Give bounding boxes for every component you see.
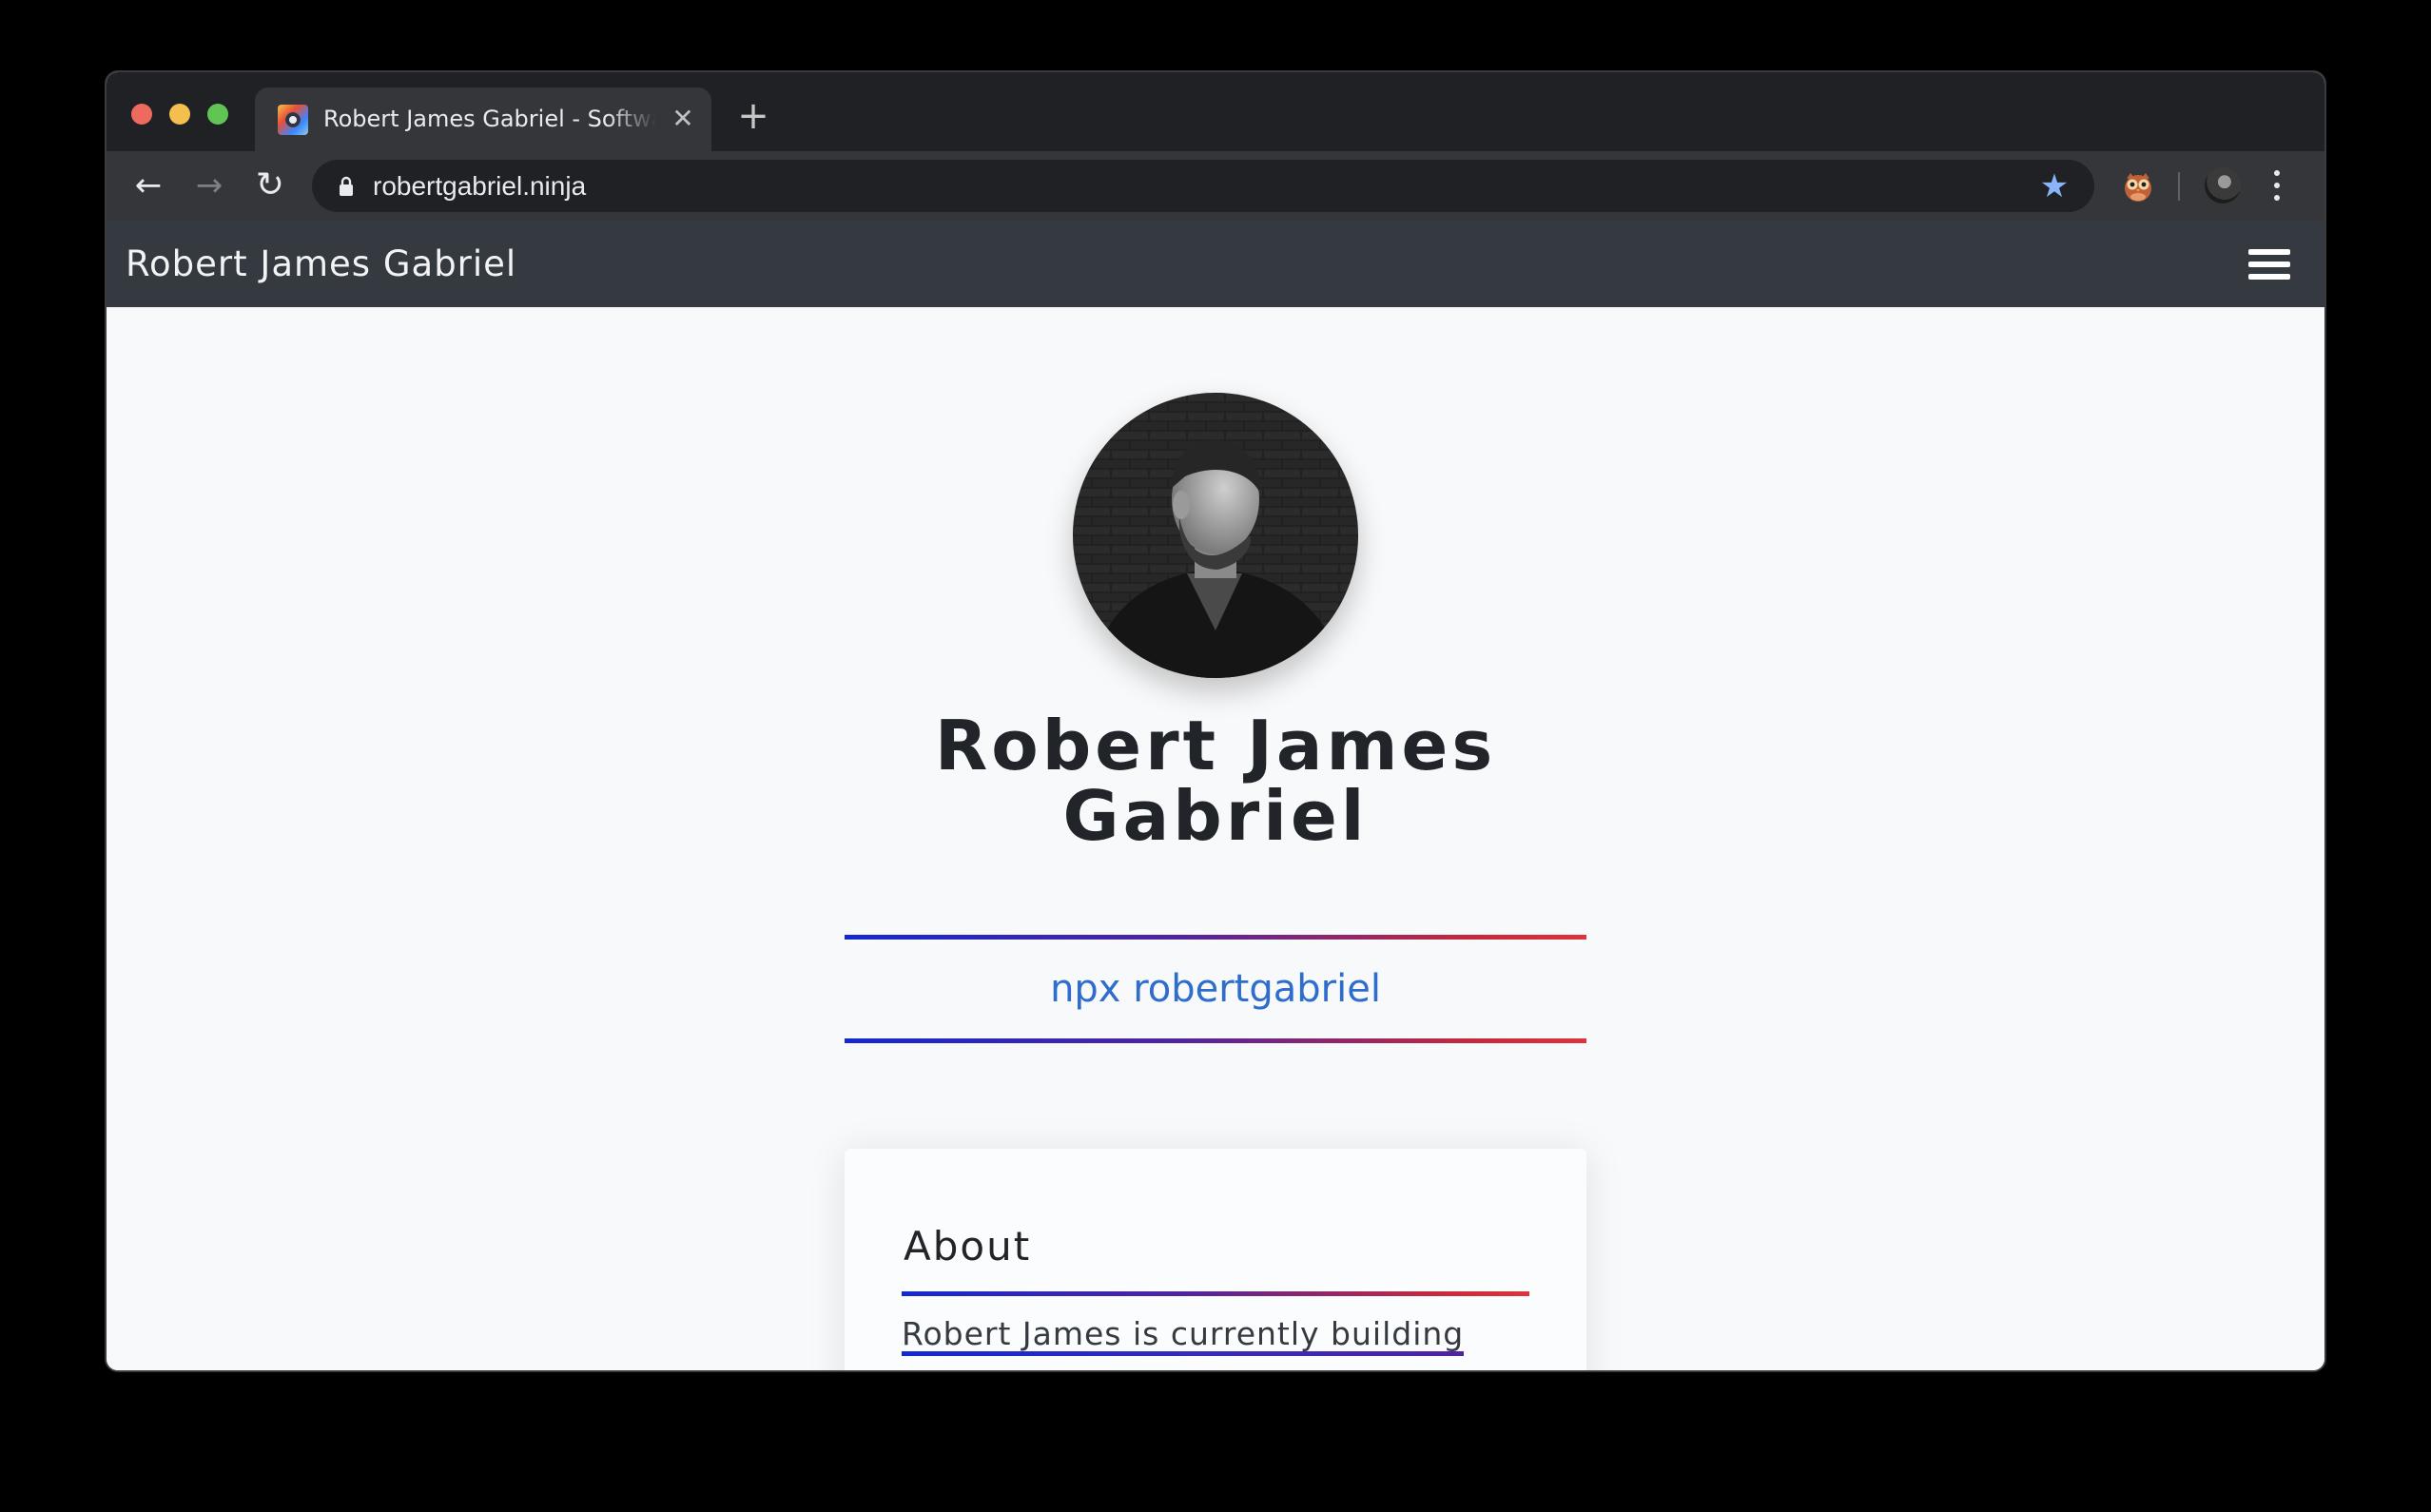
bookmark-star-icon[interactable]: ★ — [2035, 167, 2073, 205]
profile-avatar[interactable] — [2205, 167, 2241, 204]
toolbar-separator — [2178, 172, 2180, 201]
browser-tab[interactable]: Robert James Gabriel - Software Engineer… — [255, 87, 711, 151]
lock-icon — [340, 176, 353, 196]
hamburger-menu-icon[interactable] — [2248, 245, 2290, 283]
profile-photo — [1073, 393, 1358, 678]
site-navbar: Robert James Gabriel — [107, 221, 2324, 307]
about-text: Robert James is currently building open … — [902, 1308, 1529, 1370]
browser-window: Robert James Gabriel - Software Engineer… — [107, 72, 2324, 1370]
tab-title: Robert James Gabriel - Software Engineer — [323, 106, 656, 132]
window-close-button[interactable] — [131, 104, 152, 125]
reload-button[interactable]: ↻ — [249, 165, 291, 206]
forward-button[interactable]: → — [188, 165, 230, 206]
about-card: About Robert James is currently building… — [845, 1149, 1586, 1370]
window-minimize-button[interactable] — [169, 104, 190, 125]
gradient-divider-bottom — [845, 1038, 1586, 1043]
page-content: Robert James Gabriel npx robertgabriel A… — [107, 307, 2324, 1370]
tab-close-icon[interactable]: ✕ — [668, 104, 698, 134]
about-text-underlined: Robert James is currently building open … — [902, 1315, 1503, 1370]
hero-name: Robert James Gabriel — [934, 706, 1497, 856]
browser-toolbar: ← → ↻ robertgabriel.ninja ★ — [107, 151, 2324, 221]
gradient-divider-top — [845, 935, 1586, 940]
npx-link[interactable]: npx robertgabriel — [845, 942, 1586, 1036]
about-heading-underline — [902, 1291, 1529, 1296]
url-text[interactable]: robertgabriel.ninja — [373, 160, 586, 212]
address-bar[interactable]: robertgabriel.ninja ★ — [312, 160, 2094, 212]
new-tab-button[interactable]: + — [734, 97, 772, 135]
back-button[interactable]: ← — [127, 165, 169, 206]
tab-strip: Robert James Gabriel - Software Engineer… — [107, 72, 2324, 151]
more-menu-icon[interactable] — [2266, 166, 2288, 204]
robot-favicon-icon — [278, 105, 308, 135]
owl-extension-icon[interactable] — [2121, 169, 2155, 204]
about-heading: About — [904, 1223, 1032, 1270]
site-brand[interactable]: Robert James Gabriel — [126, 221, 516, 307]
window-maximize-button[interactable] — [207, 104, 228, 125]
